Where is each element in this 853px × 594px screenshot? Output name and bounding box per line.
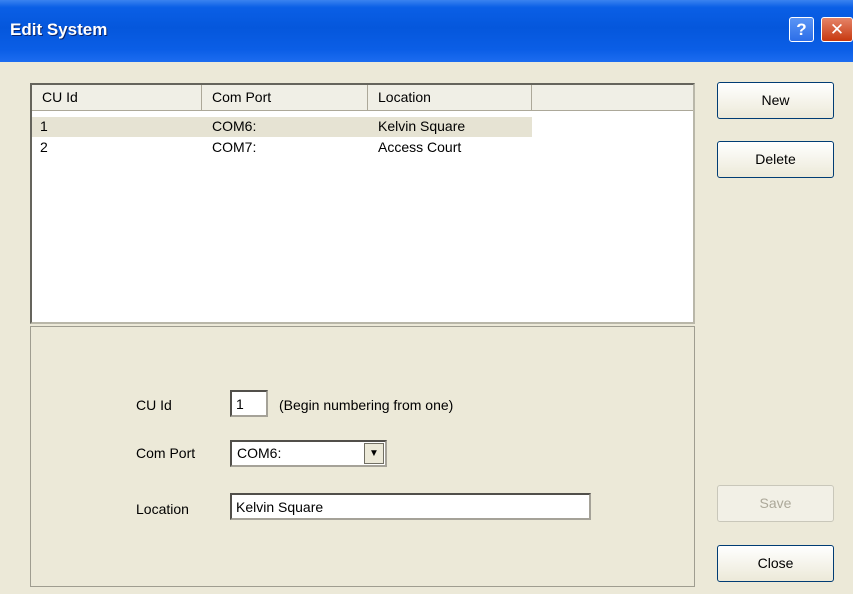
title-bar[interactable]: Edit System ? ✕ xyxy=(0,0,853,62)
com-port-label: Com Port xyxy=(136,445,196,461)
com-port-selected-value: COM6: xyxy=(237,445,282,461)
cu-id-field[interactable] xyxy=(230,390,268,417)
cell-cu-id: 2 xyxy=(40,139,48,155)
location-field[interactable] xyxy=(230,493,591,520)
location-label: Location xyxy=(136,501,189,517)
cell-cu-id: 1 xyxy=(40,118,48,134)
chevron-down-icon[interactable]: ▼ xyxy=(364,443,384,464)
save-button[interactable]: Save xyxy=(717,485,834,522)
help-button[interactable]: ? xyxy=(789,17,814,42)
table-row[interactable]: 2 COM7: Access Court xyxy=(32,138,532,158)
com-port-select[interactable]: COM6: ▼ xyxy=(230,440,387,467)
close-x-icon: ✕ xyxy=(829,20,845,39)
table-row[interactable]: 1 COM6: Kelvin Square xyxy=(32,117,532,137)
new-button[interactable]: New xyxy=(717,82,834,119)
column-header-location[interactable]: Location xyxy=(368,85,532,111)
delete-button[interactable]: Delete xyxy=(717,141,834,178)
systems-list[interactable]: CU Id Com Port Location 1 COM6: Kelvin S… xyxy=(30,83,695,324)
cu-id-hint: (Begin numbering from one) xyxy=(279,397,454,413)
question-mark-icon: ? xyxy=(796,20,807,39)
edit-panel: CU Id (Begin numbering from one) Com Por… xyxy=(30,326,695,587)
column-header-filler xyxy=(532,85,693,111)
list-header: CU Id Com Port Location xyxy=(32,85,693,111)
cell-location: Kelvin Square xyxy=(378,118,466,134)
cu-id-label: CU Id xyxy=(136,397,172,413)
cell-location: Access Court xyxy=(378,139,462,155)
close-button[interactable]: Close xyxy=(717,545,834,582)
window-close-button[interactable]: ✕ xyxy=(821,17,853,42)
column-header-cu-id[interactable]: CU Id xyxy=(32,85,202,111)
window-title: Edit System xyxy=(10,20,108,39)
column-header-com-port[interactable]: Com Port xyxy=(202,85,368,111)
cell-com-port: COM6: xyxy=(212,118,257,134)
cell-com-port: COM7: xyxy=(212,139,257,155)
